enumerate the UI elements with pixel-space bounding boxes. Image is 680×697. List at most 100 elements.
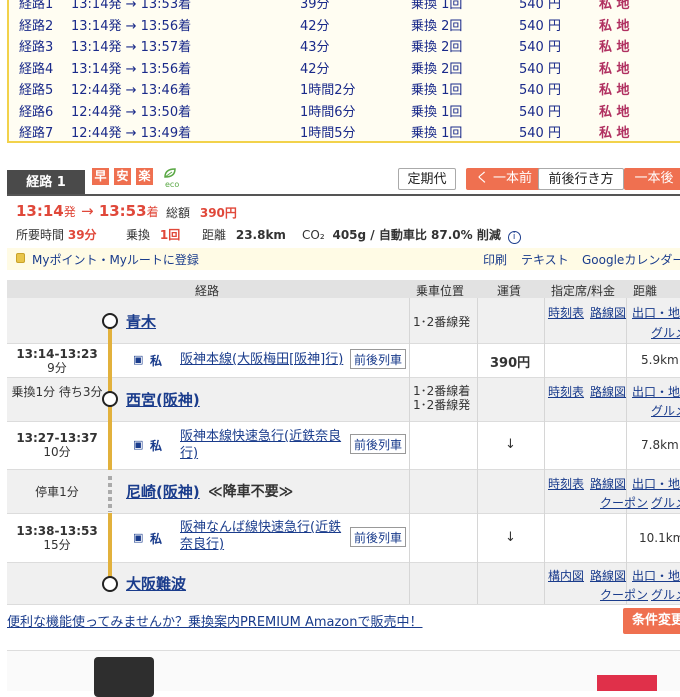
summary-route-duration: 39分 (300, 0, 330, 12)
timetable-link[interactable]: 時刻表 (548, 304, 584, 321)
teiki-button[interactable]: 定期代 (398, 168, 456, 190)
route-summary-box: 経路1 13:14発 → 13:53着 39分 乗換 1回 540 円私 地経路2 13:… (7, 0, 680, 143)
ad-button[interactable] (597, 675, 657, 691)
stop-duration: 停車1分 (35, 485, 79, 499)
station-marker (102, 391, 118, 407)
summary-route-duration: 1時間5分 (300, 126, 356, 141)
exit-map-link[interactable]: 出口・地図 (632, 567, 680, 584)
around-train-button[interactable]: 前後列車 (350, 434, 407, 454)
station-aoki[interactable]: 青木 (126, 311, 156, 332)
transfer-label: 乗換 (126, 228, 151, 242)
station-nishinomiya[interactable]: 西宮(阪神) (126, 389, 200, 410)
summary-route-marks: 私 地 (599, 61, 630, 77)
header-position: 乗車位置 (416, 284, 465, 298)
station-map-link[interactable]: 構内図 (548, 567, 584, 584)
transfer-wait: 乗換1分 待ち3分 (11, 385, 103, 399)
calendar-link[interactable]: Googleカレンダー (582, 251, 680, 268)
summary-route-fare: 540 円 (519, 83, 561, 98)
exit-map-link[interactable]: 出口・地図 (632, 475, 680, 492)
tab-divider (7, 194, 680, 196)
summary-route-row[interactable]: 経路3 13:14発 → 13:57着 43分 乗換 2回 540 円 私 地 (9, 33, 680, 55)
around-train-button[interactable]: 前後列車 (350, 527, 407, 547)
summary-route-time: 13:14発 → 13:56着 (71, 18, 192, 34)
train-name[interactable]: 阪神本線(大阪梅田[阪神]行) (180, 351, 343, 368)
summary-route-marks: 私 地 (599, 40, 630, 55)
route-map-link[interactable]: 路線図 (590, 567, 626, 584)
around-route-button[interactable]: 前後行き方 (538, 168, 624, 190)
route-tab-1[interactable]: 経路 1 (7, 170, 85, 196)
summary-route-fare: 540 円 (519, 0, 561, 12)
column-divider (409, 298, 410, 604)
summary-route-row[interactable]: 経路1 13:14発 → 13:53着 39分 乗換 1回 540 円 私 地 (9, 0, 680, 12)
summary-route-row[interactable]: 経路2 13:14発 → 13:56着 42分 乗換 2回 540 円 私 地 (9, 12, 680, 34)
summary-route-time: 12:44発 → 13:50着 (71, 104, 192, 120)
co2-label: CO₂ (302, 228, 325, 242)
station-amagasaki[interactable]: 尼崎(阪神) (126, 481, 200, 502)
segment-distance: 5.9km (641, 353, 679, 367)
transfer-info: 乗換 1回 (126, 226, 180, 243)
column-divider (544, 298, 545, 604)
route-map-link[interactable]: 路線図 (590, 475, 626, 492)
summary-route-name: 経路3 (19, 40, 54, 55)
summary-route-name: 経路7 (19, 126, 54, 141)
route-tab-bar: 経路 1 早 安 楽 eco 定期代 く 一本前 前後行き方 一本後 (7, 168, 680, 196)
info-icon[interactable]: i (507, 231, 521, 244)
prev-train-button[interactable]: く 一本前 (466, 168, 542, 190)
gourmet-link[interactable]: グルメ (651, 494, 680, 511)
summary-route-marks: 私 地 (599, 104, 630, 120)
summary-route-row[interactable]: 経路4 13:14発 → 13:56着 42分 乗換 2回 540 円 私 地 (9, 55, 680, 77)
summary-route-marks: 私 地 (599, 83, 630, 98)
summary-route-row[interactable]: 経路5 12:44発 → 13:46着 1時間2分 乗換 1回 540 円 私 地 (9, 76, 680, 98)
private-rail-icon: 私 (150, 354, 163, 368)
summary-route-row[interactable]: 経路7 12:44発 → 13:49着 1時間5分 乗換 1回 540 円 私 地 (9, 119, 680, 141)
timetable-link[interactable]: 時刻表 (548, 383, 584, 400)
arrive-suffix: 着 (146, 205, 159, 219)
private-rail-icon: 私 (150, 532, 163, 546)
summary-route-fare: 540 円 (519, 104, 561, 120)
timetable-link[interactable]: 時刻表 (548, 475, 584, 492)
summary-route-transfers: 乗換 1回 (411, 104, 463, 120)
route-map-link[interactable]: 路線図 (590, 304, 626, 321)
transfer-value: 1回 (159, 228, 181, 242)
summary-route-name: 経路2 (19, 18, 54, 34)
summary-route-duration: 43分 (300, 40, 330, 55)
column-divider (626, 298, 627, 604)
print-link[interactable]: 印刷 (483, 251, 507, 268)
exit-map-link[interactable]: 出口・地図 (632, 383, 680, 400)
route-map-link[interactable]: 路線図 (590, 383, 626, 400)
next-train-button[interactable]: 一本後 (624, 168, 680, 190)
badge-easy: 楽 (136, 168, 153, 185)
time-arrow: → (81, 202, 94, 220)
gourmet-link[interactable]: グルメ (651, 324, 680, 341)
gourmet-link[interactable]: グルメ (651, 586, 680, 603)
myline-link[interactable]: Myポイント・Myルートに登録 (32, 251, 199, 268)
lock-icon (16, 253, 25, 263)
distance-value: 23.8km (235, 228, 286, 242)
station-osaka-namba[interactable]: 大阪難波 (126, 573, 186, 594)
depart-arrive-time: 13:14発 → 13:53着 (16, 202, 159, 220)
train-name[interactable]: 阪神なんば線快速急行(近鉄奈良行) (180, 519, 345, 553)
segment-duration: 9分 (47, 361, 67, 375)
summary-route-name: 経路5 (19, 83, 54, 98)
summary-route-fare: 540 円 (519, 40, 561, 55)
exit-map-link[interactable]: 出口・地図 (632, 304, 680, 321)
condition-change-button[interactable]: 条件変更 (623, 608, 680, 634)
around-train-button[interactable]: 前後列車 (350, 349, 407, 369)
gourmet-link[interactable]: グルメ (651, 402, 680, 419)
header-seat: 指定席/料金 (551, 284, 616, 298)
segment-time: 13:38-13:53 15分 (7, 524, 107, 552)
summary-route-marks: 私 地 (599, 18, 630, 34)
stop-line (108, 476, 112, 512)
segment-duration: 15分 (43, 538, 71, 552)
premium-promo-link[interactable]: 便利な機能使ってみませんか？乗換案内PREMIUM Amazonで販売中！ (7, 611, 423, 630)
text-link[interactable]: テキスト (521, 251, 569, 268)
badge-cheap: 安 (114, 168, 131, 185)
eco-label: eco (165, 180, 180, 189)
time-info: 所要時間 39分 (16, 226, 97, 243)
coupon-link[interactable]: クーポン (600, 494, 648, 511)
header-distance: 距離 (633, 284, 658, 298)
route-line (108, 513, 112, 581)
coupon-link[interactable]: クーポン (600, 586, 648, 603)
train-name[interactable]: 阪神本線快速急行(近鉄奈良行) (180, 428, 342, 462)
summary-route-row[interactable]: 経路6 12:44発 → 13:50着 1時間6分 乗換 1回 540 円 私 地 (9, 98, 680, 120)
